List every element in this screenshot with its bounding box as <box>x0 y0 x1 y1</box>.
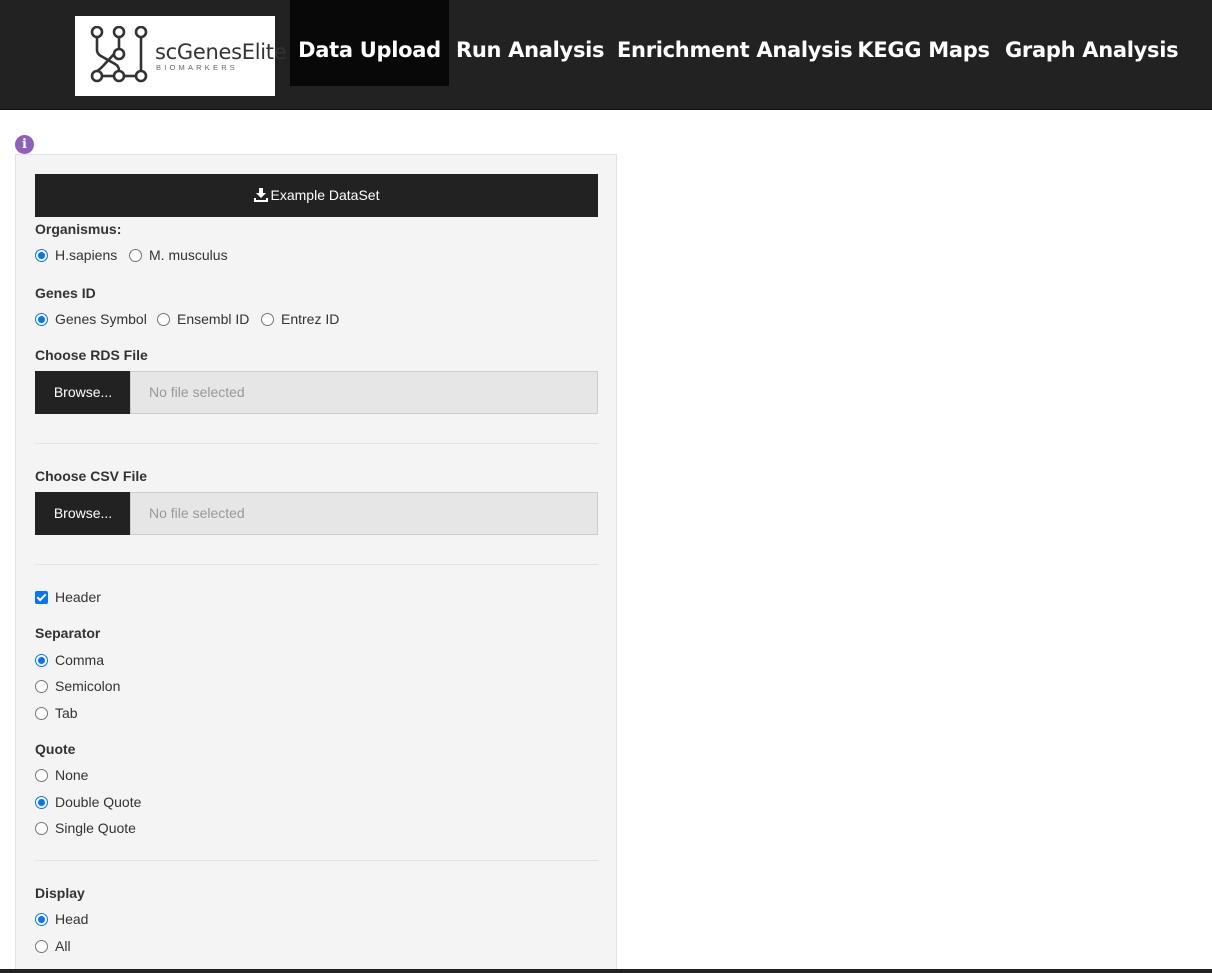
radio-quote-double[interactable]: Double Quote <box>35 794 141 810</box>
csv-file-input[interactable]: Browse... No file selected <box>35 492 598 535</box>
radio-button[interactable] <box>35 313 48 326</box>
bottom-border <box>0 969 1212 973</box>
radio-button[interactable] <box>35 769 48 782</box>
rds-file-name-field[interactable]: No file selected <box>130 371 598 414</box>
radio-button[interactable] <box>35 707 48 720</box>
rds-browse-button[interactable]: Browse... <box>35 371 131 414</box>
download-icon <box>253 188 268 202</box>
checkbox-label: Header <box>55 589 101 605</box>
radio-button[interactable] <box>35 249 48 262</box>
radio-organism-mmusculus[interactable]: M. musculus <box>129 247 228 263</box>
csv-file-name-field[interactable]: No file selected <box>130 492 598 535</box>
radio-label: Head <box>55 911 89 927</box>
radio-label: None <box>55 767 89 783</box>
top-navbar: scGenesElite BIOMARKERS Data Upload Run … <box>0 0 1212 110</box>
radio-separator-tab[interactable]: Tab <box>35 705 78 721</box>
radio-label: Ensembl ID <box>177 311 250 327</box>
divider <box>35 564 598 565</box>
checkbox[interactable] <box>35 591 48 604</box>
nav-tab-enrichment-analysis[interactable]: Enrichment Analysis <box>617 0 853 86</box>
genes-id-label: Genes ID <box>35 285 96 301</box>
radio-button[interactable] <box>35 822 48 835</box>
radio-quote-none[interactable]: None <box>35 767 88 783</box>
organism-label: Organismus: <box>35 221 122 237</box>
radio-button[interactable] <box>35 913 48 926</box>
app-logo[interactable]: scGenesElite BIOMARKERS <box>75 16 287 96</box>
radio-button[interactable] <box>35 796 48 809</box>
radio-genes-symbol[interactable]: Genes Symbol <box>35 311 147 327</box>
sidebar-panel: Example DataSet Organismus: H.sapiens M.… <box>15 154 617 973</box>
radio-entrez-id[interactable]: Entrez ID <box>261 311 339 327</box>
radio-button[interactable] <box>157 313 170 326</box>
header-checkbox[interactable]: Header <box>35 589 101 605</box>
radio-organism-hsapiens[interactable]: H.sapiens <box>35 247 117 263</box>
brand-subtitle: BIOMARKERS <box>156 63 239 72</box>
radio-button[interactable] <box>261 313 274 326</box>
radio-separator-semicolon[interactable]: Semicolon <box>35 678 120 694</box>
divider <box>35 860 598 861</box>
separator-label: Separator <box>35 625 101 641</box>
divider <box>35 443 598 444</box>
network-nodes-icon <box>90 26 148 83</box>
radio-button[interactable] <box>35 680 48 693</box>
nav-tab-data-upload[interactable]: Data Upload <box>290 0 449 86</box>
radio-label: Comma <box>55 652 105 668</box>
radio-label: M. musculus <box>149 247 228 263</box>
csv-file-label: Choose CSV File <box>35 468 148 484</box>
csv-browse-button[interactable]: Browse... <box>35 492 131 535</box>
radio-button[interactable] <box>129 249 142 262</box>
radio-display-head[interactable]: Head <box>35 911 88 927</box>
display-label: Display <box>35 885 85 901</box>
radio-label: H.sapiens <box>55 247 118 263</box>
brand-name: scGenesElite <box>155 40 287 64</box>
radio-separator-comma[interactable]: Comma <box>35 652 104 668</box>
radio-display-all[interactable]: All <box>35 938 71 954</box>
radio-label: Single Quote <box>55 820 136 836</box>
radio-button[interactable] <box>35 654 48 667</box>
radio-label: Entrez ID <box>281 311 340 327</box>
nav-tab-kegg-maps[interactable]: KEGG Maps <box>856 0 991 86</box>
nav-tab-run-analysis[interactable]: Run Analysis <box>456 0 605 86</box>
rds-file-label: Choose RDS File <box>35 347 148 363</box>
nav-tab-graph-analysis[interactable]: Graph Analysis <box>1005 0 1179 86</box>
info-icon[interactable]: i <box>15 135 34 154</box>
radio-label: All <box>55 938 71 954</box>
quote-label: Quote <box>35 741 76 757</box>
radio-label: Semicolon <box>55 678 121 694</box>
radio-label: Genes Symbol <box>55 311 147 327</box>
radio-quote-single[interactable]: Single Quote <box>35 820 136 836</box>
radio-label: Double Quote <box>55 794 142 810</box>
example-dataset-button[interactable]: Example DataSet <box>35 174 598 217</box>
rds-file-input[interactable]: Browse... No file selected <box>35 371 598 414</box>
example-dataset-label: Example DataSet <box>270 187 380 203</box>
radio-button[interactable] <box>35 940 48 953</box>
radio-label: Tab <box>55 705 78 721</box>
radio-ensembl-id[interactable]: Ensembl ID <box>157 311 249 327</box>
